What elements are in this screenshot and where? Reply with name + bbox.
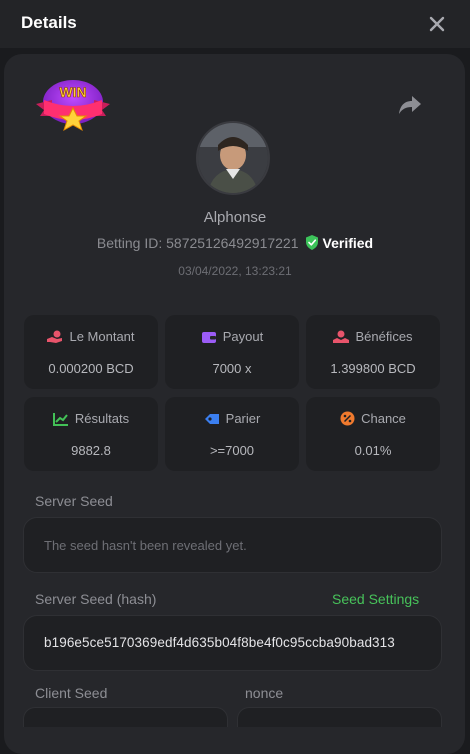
seed-settings-link[interactable]: Seed Settings [332,591,419,607]
modal-header: Details [0,0,470,48]
stat-card-bet: Parier >=7000 [165,397,299,471]
shield-check-icon [305,235,318,250]
avatar [196,121,270,195]
server-seed-field: The seed hasn't been revealed yet. [23,517,442,573]
client-seed-label: Client Seed [35,685,108,701]
win-badge-text: WIN [59,84,86,100]
verified-label: Verified [322,235,374,251]
stat-value: >=7000 [209,443,255,458]
nonce-label: nonce [245,685,284,701]
nonce-field[interactable] [237,707,442,727]
wallet-icon [201,332,216,343]
close-icon[interactable] [426,13,448,35]
server-seed-hash-field[interactable]: b196e5ce5170369edf4d635b04f8be4f0c95ccba… [23,615,442,671]
avatar-image [198,123,268,193]
server-seed-placeholder: The seed hasn't been revealed yet. [44,538,247,553]
stat-card-result: Résultats 9882.8 [24,397,158,471]
stat-label: Payout [222,329,264,344]
stat-label: Le Montant [69,329,135,344]
stat-card-chance: Chance 0.01% [306,397,440,471]
betting-id-value: 58725126492917221 [166,235,299,251]
server-seed-hash-value: b196e5ce5170369edf4d635b04f8be4f0c95ccba… [44,635,395,650]
stat-value: 9882.8 [71,443,111,458]
stat-value: 7000 x [212,361,252,376]
stat-label: Bénéfices [355,329,413,344]
stat-value: 0.000200 BCD [48,361,134,376]
stat-card-amount: Le Montant 0.000200 BCD [24,315,158,389]
stat-value: 1.399800 BCD [330,361,416,376]
share-icon[interactable] [398,94,422,116]
client-seed-field[interactable] [23,707,228,727]
betting-id-row: Betting ID: 58725126492917221 Verified [0,235,470,251]
percent-icon [340,411,355,426]
modal-title: Details [21,13,77,32]
profit-hand-icon [333,330,350,343]
stat-value: 0.01% [354,443,392,458]
win-badge-icon: WIN [36,80,110,132]
server-seed-hash-label: Server Seed (hash) [35,591,157,607]
chart-up-icon [52,413,68,426]
bet-timestamp: 03/04/2022, 13:23:21 [178,264,292,278]
stat-label: Parier [225,411,261,426]
server-seed-label: Server Seed [35,493,113,509]
ticket-icon [204,414,219,424]
stat-label: Chance [361,411,406,426]
stat-label: Résultats [74,411,130,426]
coins-hand-icon [47,330,63,343]
betting-id-label: Betting ID: [96,235,163,251]
stat-card-payout: Payout 7000 x [165,315,299,389]
stat-card-profit: Bénéfices 1.399800 BCD [306,315,440,389]
username: Alphonse [203,209,267,226]
